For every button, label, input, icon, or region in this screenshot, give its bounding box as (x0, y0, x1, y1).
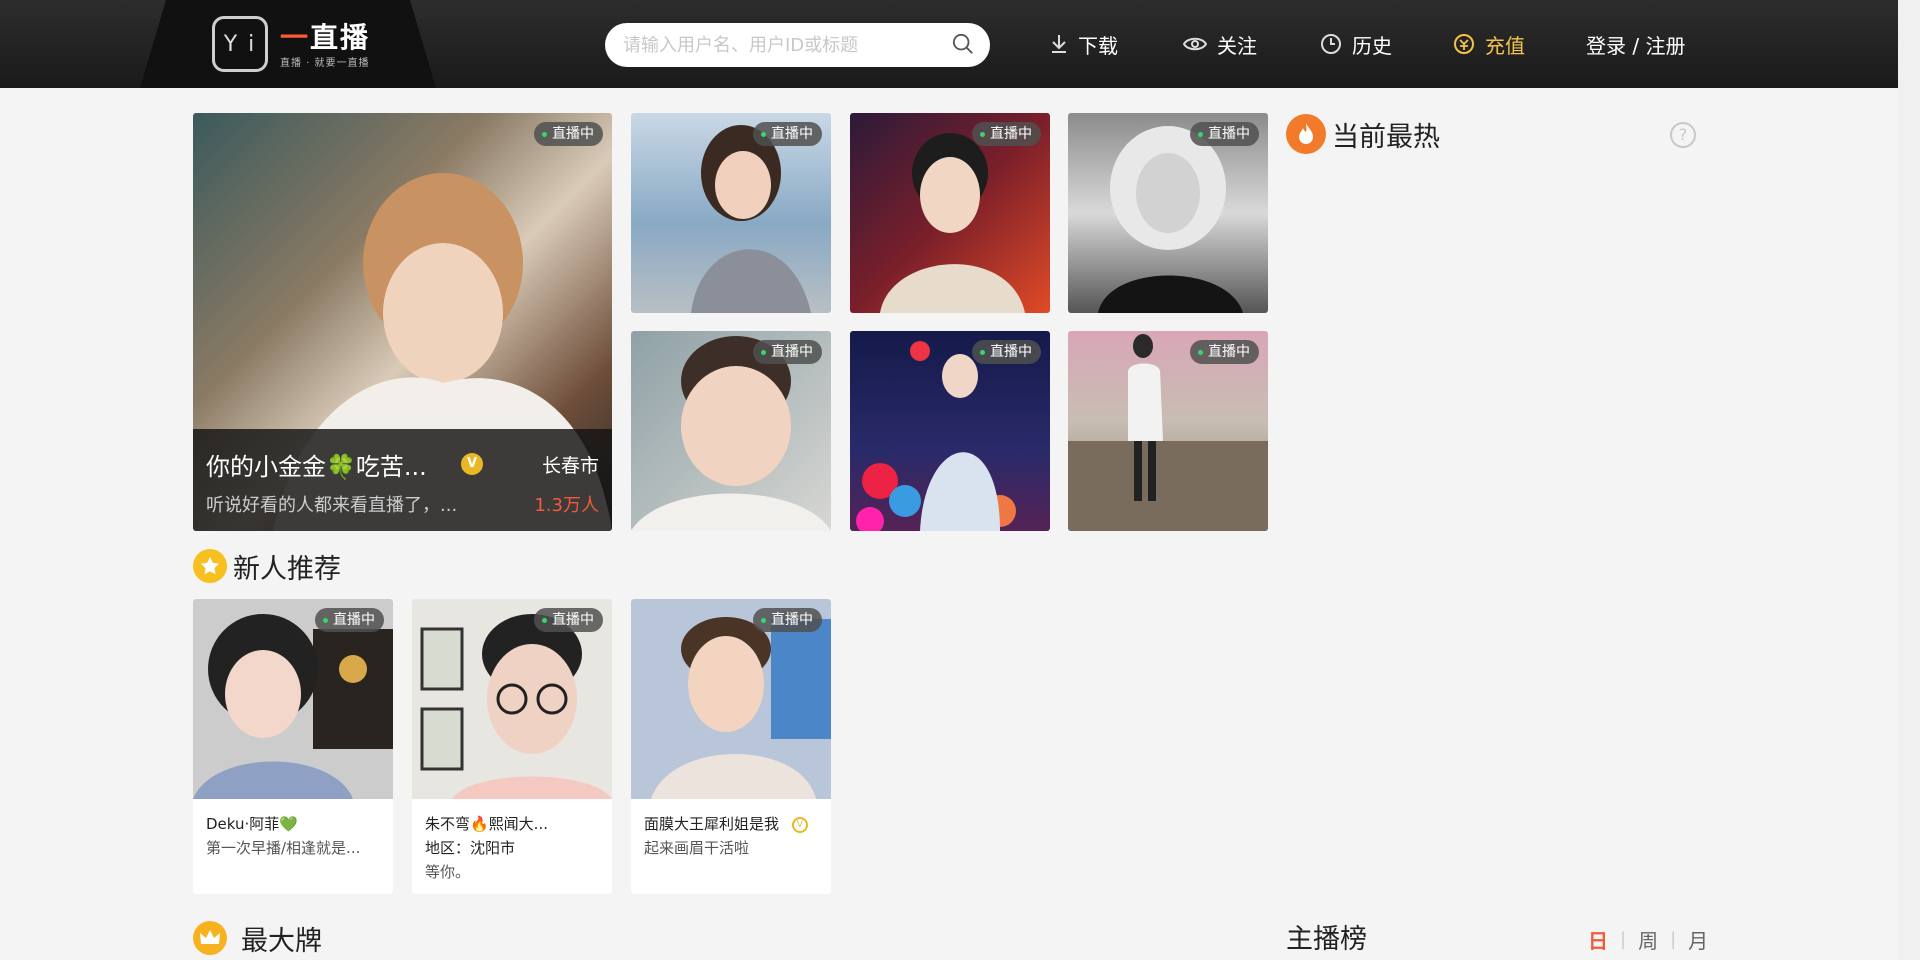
logo-text-rest: 直播 (310, 21, 371, 54)
search-input[interactable] (623, 32, 923, 58)
newbie-info: 朱不弯🔥熙闻大... 地区：沈阳市 等你。 (412, 799, 612, 894)
crown-icon (193, 921, 227, 955)
verified-badge-icon: V (461, 453, 483, 475)
nav-download[interactable]: 下载 (1050, 30, 1118, 58)
live-badge: 直播中 (753, 608, 822, 632)
clock-icon (1321, 34, 1341, 54)
logo-slogan: 直播 · 就要一直播 (280, 58, 370, 69)
bigcard-section-title-text: 最大牌 (241, 925, 322, 957)
nav-download-label: 下载 (1078, 33, 1118, 58)
search-icon[interactable] (952, 33, 974, 55)
live-badge: 直播中 (1190, 122, 1259, 146)
login-register-link[interactable]: 登录 / 注册 (1586, 30, 1685, 58)
newbie-name: 面膜大王犀利姐是我 V (644, 812, 818, 836)
nav-recharge[interactable]: 充值 (1453, 30, 1525, 58)
verified-badge-icon: V (791, 816, 808, 833)
bigcard-section-title: 最大牌 (193, 918, 322, 958)
download-icon (1052, 35, 1066, 53)
eye-icon (1183, 37, 1207, 51)
live-card[interactable]: 直播中 (850, 331, 1050, 531)
rank-section-title: 主播榜 (1286, 923, 1367, 955)
newbie-description: 起来画眉干活啦 (644, 839, 750, 857)
rank-tab-month[interactable]: 月 (1688, 925, 1708, 954)
tab-divider: | (1620, 929, 1627, 950)
featured-live-card[interactable]: 直播中 你的小金金🍀吃苦... V 长春市 听说好看的人都来看直播了，... 1… (193, 113, 612, 531)
newbie-name: 朱不弯🔥熙闻大... (425, 815, 548, 833)
live-badge: 直播中 (753, 340, 822, 364)
newbie-region: 地区：沈阳市 (425, 839, 516, 857)
newbie-description: 第一次早播/相逢就是... (206, 839, 361, 857)
newbie-card[interactable]: 直播中 面膜大王犀利姐是我 V 起来画眉干活啦 (631, 599, 831, 894)
page-scrollbar[interactable] (1898, 0, 1920, 960)
live-card[interactable]: 直播中 (850, 113, 1050, 313)
recharge-icon (1454, 34, 1474, 54)
nav-history-label: 历史 (1352, 33, 1392, 58)
live-card[interactable]: 直播中 (1068, 331, 1268, 531)
star-icon (193, 549, 227, 583)
newbie-card[interactable]: 直播中 Deku·阿菲💚 第一次早播/相逢就是... (193, 599, 393, 894)
rank-tab-day[interactable]: 日 (1588, 925, 1608, 954)
fire-icon (1286, 114, 1326, 154)
nav-recharge-label: 充值 (1485, 33, 1525, 58)
newbie-info: Deku·阿菲💚 第一次早播/相逢就是... (193, 799, 393, 894)
top-header: Y i 一直播 直播 · 就要一直播 下载 关注 历史 充值 登录 / 注册 (0, 0, 1898, 88)
featured-caption: 你的小金金🍀吃苦... V 长春市 听说好看的人都来看直播了，... 1.3万人 (193, 429, 612, 531)
featured-viewer-count: 1.3万人 (534, 495, 599, 516)
newbie-info: 面膜大王犀利姐是我 V 起来画眉干活啦 (631, 799, 831, 894)
live-badge: 直播中 (534, 608, 603, 632)
newbie-card[interactable]: 直播中 朱不弯🔥熙闻大... 地区：沈阳市 等你。 (412, 599, 612, 894)
featured-city: 长春市 (541, 455, 599, 477)
nav-follow-label: 关注 (1217, 33, 1257, 58)
hot-section-title-text: 当前最热 (1332, 121, 1440, 153)
live-card[interactable]: 直播中 (631, 331, 831, 531)
live-badge: 直播中 (972, 340, 1041, 364)
live-card[interactable]: 直播中 (631, 113, 831, 313)
newbie-name-text: 面膜大王犀利姐是我 (644, 815, 780, 833)
nav-follow[interactable]: 关注 (1183, 30, 1257, 58)
tab-divider: | (1670, 929, 1677, 950)
newbie-section-title: 新人推荐 (193, 546, 341, 586)
help-icon[interactable]: ? (1670, 122, 1696, 148)
nav-history[interactable]: 历史 (1320, 30, 1392, 58)
live-badge: 直播中 (753, 122, 822, 146)
newbie-section-title-text: 新人推荐 (233, 553, 341, 585)
live-badge: 直播中 (972, 122, 1041, 146)
featured-title: 你的小金金🍀吃苦... (206, 453, 427, 481)
live-badge: 直播中 (534, 122, 603, 146)
rank-tab-week[interactable]: 周 (1638, 925, 1658, 954)
hot-section-title: 当前最热 (1286, 114, 1440, 154)
featured-description: 听说好看的人都来看直播了，... (206, 495, 458, 516)
newbie-name: Deku·阿菲💚 (206, 815, 298, 833)
yizhibo-logo-icon[interactable]: Y i (212, 16, 268, 72)
search-box (605, 23, 990, 67)
rank-tabs: 日 | 周 | 月 (1582, 925, 1714, 954)
logo-text[interactable]: 一直播 (280, 16, 370, 56)
live-badge: 直播中 (315, 608, 384, 632)
live-badge: 直播中 (1190, 340, 1259, 364)
newbie-description: 等你。 (425, 863, 471, 881)
logo-text-first: 一 (280, 21, 311, 54)
live-card[interactable]: 直播中 (1068, 113, 1268, 313)
